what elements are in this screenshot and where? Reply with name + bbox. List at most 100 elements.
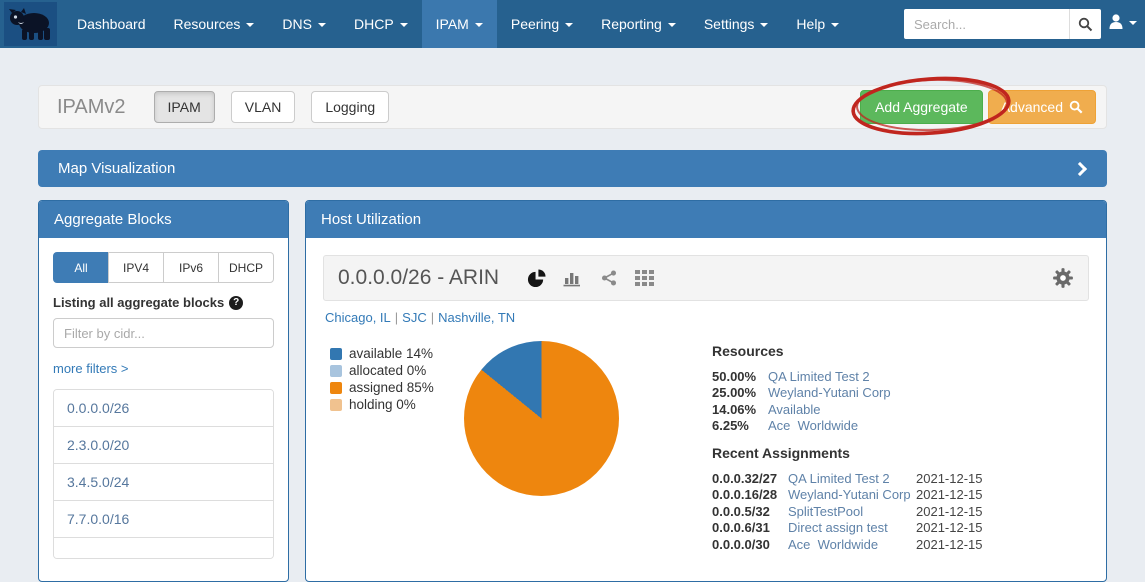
assignment-link[interactable]: Weyland-Yutani Corp bbox=[788, 487, 916, 503]
view-tab-logging[interactable]: Logging bbox=[311, 91, 389, 123]
nav-label: Dashboard bbox=[77, 16, 146, 32]
caret-down-icon bbox=[565, 23, 573, 27]
resource-row: 50.00% QA Limited Test 2 bbox=[712, 369, 1002, 385]
assignment-cidr: 0.0.0.5/32 bbox=[712, 504, 788, 520]
legend-item: available 14% bbox=[330, 345, 434, 362]
list-item[interactable]: 7.7.0.0/16 bbox=[54, 500, 273, 537]
resource-row: 6.25% Ace Worldwide bbox=[712, 418, 1002, 434]
resource-link[interactable]: QA Limited Test 2 bbox=[768, 369, 870, 385]
more-filters-link[interactable]: more filters > bbox=[53, 361, 129, 376]
nav-resources[interactable]: Resources bbox=[160, 0, 269, 48]
tab-all[interactable]: All bbox=[53, 252, 109, 283]
page-title: IPAMv2 bbox=[57, 96, 126, 119]
legend-swatch bbox=[330, 399, 342, 411]
recent-assignments-heading: Recent Assignments bbox=[712, 445, 986, 461]
pie-chart-icon[interactable] bbox=[527, 269, 546, 288]
caret-down-icon bbox=[318, 23, 326, 27]
view-tab-vlan[interactable]: VLAN bbox=[231, 91, 296, 123]
assignment-link[interactable]: Ace Worldwide bbox=[788, 537, 916, 553]
legend-label: assigned 85% bbox=[349, 379, 434, 396]
list-item[interactable]: 3.4.5.0/24 bbox=[54, 463, 273, 500]
nav-dashboard[interactable]: Dashboard bbox=[63, 0, 160, 48]
user-menu[interactable] bbox=[1108, 13, 1137, 30]
nav-label: IPAM bbox=[436, 16, 469, 32]
assignment-row: 0.0.0.6/31 Direct assign test 2021-12-15 bbox=[712, 520, 986, 536]
top-navbar: Dashboard Resources DNS DHCP IPAM Peerin… bbox=[0, 0, 1145, 48]
host-utilization-panel: Host Utilization 0.0.0.0/26 - ARIN bbox=[305, 200, 1107, 582]
nav-settings[interactable]: Settings bbox=[690, 0, 783, 48]
resources-heading: Resources bbox=[712, 343, 1002, 359]
nav-reporting[interactable]: Reporting bbox=[587, 0, 690, 48]
region-link[interactable]: Chicago, IL bbox=[325, 310, 391, 325]
utilization-toolbar: 0.0.0.0/26 - ARIN bbox=[323, 255, 1089, 301]
advanced-label: Advanced bbox=[1001, 99, 1063, 115]
nav-ipam[interactable]: IPAM bbox=[422, 0, 497, 48]
map-visualization-toggle[interactable]: Map Visualization bbox=[38, 150, 1107, 187]
assignment-link[interactable]: QA Limited Test 2 bbox=[788, 471, 916, 487]
caret-down-icon bbox=[668, 23, 676, 27]
list-item[interactable]: 2.3.0.0/20 bbox=[54, 426, 273, 463]
resource-link[interactable]: Weyland-Yutani Corp bbox=[768, 385, 891, 401]
share-icon[interactable] bbox=[600, 269, 618, 287]
resource-pct: 25.00% bbox=[712, 385, 768, 401]
block-title: 0.0.0.0/26 - ARIN bbox=[338, 266, 499, 290]
resource-pct: 6.25% bbox=[712, 418, 768, 434]
assignment-cidr: 0.0.0.6/31 bbox=[712, 520, 788, 536]
assignment-cidr: 0.0.0.16/28 bbox=[712, 487, 788, 503]
advanced-search-button[interactable]: Advanced bbox=[988, 90, 1096, 124]
legend-label: allocated 0% bbox=[349, 362, 426, 379]
resource-pct: 50.00% bbox=[712, 369, 768, 385]
caret-down-icon bbox=[475, 23, 483, 27]
nav-dns[interactable]: DNS bbox=[268, 0, 340, 48]
aggregate-block-list: 0.0.0.0/26 2.3.0.0/20 3.4.5.0/24 7.7.0.0… bbox=[53, 389, 274, 559]
header-actions: Add Aggregate Advanced bbox=[860, 90, 1096, 124]
assignment-row: 0.0.0.32/27 QA Limited Test 2 2021-12-15 bbox=[712, 471, 986, 487]
nav-help[interactable]: Help bbox=[782, 0, 853, 48]
search-button[interactable] bbox=[1069, 9, 1101, 39]
aggregate-blocks-header: Aggregate Blocks bbox=[39, 201, 288, 238]
resource-link[interactable]: Ace Worldwide bbox=[768, 418, 858, 434]
nav-peering[interactable]: Peering bbox=[497, 0, 587, 48]
resources-section: Resources 50.00% QA Limited Test 2 25.00… bbox=[712, 343, 1002, 434]
grid-icon[interactable] bbox=[635, 270, 654, 286]
view-tab-ipam[interactable]: IPAM bbox=[154, 91, 215, 123]
legend-item: allocated 0% bbox=[330, 362, 434, 379]
region-link[interactable]: Nashville, TN bbox=[438, 310, 515, 325]
page-header: IPAMv2 IPAM VLAN Logging Add Aggregate A… bbox=[38, 85, 1107, 129]
bar-chart-icon[interactable] bbox=[563, 270, 583, 287]
aggregate-filter-tabs: All IPV4 IPv6 DHCP bbox=[53, 252, 274, 283]
assignment-date: 2021-12-15 bbox=[916, 471, 986, 487]
resource-row: 14.06% Available bbox=[712, 402, 1002, 418]
caret-down-icon bbox=[246, 23, 254, 27]
legend-label: holding 0% bbox=[349, 396, 416, 413]
region-link[interactable]: SJC bbox=[402, 310, 427, 325]
list-item[interactable] bbox=[54, 537, 273, 558]
caret-down-icon bbox=[831, 23, 839, 27]
search-icon bbox=[1069, 100, 1083, 114]
assignment-date: 2021-12-15 bbox=[916, 487, 986, 503]
assignment-cidr: 0.0.0.32/27 bbox=[712, 471, 788, 487]
brand-logo[interactable] bbox=[4, 2, 57, 46]
tab-ipv6[interactable]: IPv6 bbox=[163, 252, 219, 283]
gear-icon[interactable] bbox=[1052, 267, 1074, 289]
add-aggregate-button[interactable]: Add Aggregate bbox=[860, 90, 983, 124]
tab-ipv4[interactable]: IPV4 bbox=[108, 252, 164, 283]
nav-dhcp[interactable]: DHCP bbox=[340, 0, 422, 48]
host-utilization-header: Host Utilization bbox=[306, 201, 1106, 238]
cidr-filter-input[interactable] bbox=[53, 318, 274, 348]
resource-row: 25.00% Weyland-Yutani Corp bbox=[712, 385, 1002, 401]
search-input[interactable] bbox=[904, 9, 1069, 39]
recent-assignments-section: Recent Assignments 0.0.0.32/27 QA Limite… bbox=[712, 445, 986, 553]
assignment-link[interactable]: Direct assign test bbox=[788, 520, 916, 536]
map-visualization-title: Map Visualization bbox=[58, 160, 175, 177]
help-icon[interactable]: ? bbox=[229, 296, 243, 310]
assignment-row: 0.0.0.0/30 Ace Worldwide 2021-12-15 bbox=[712, 537, 986, 553]
list-item[interactable]: 0.0.0.0/26 bbox=[54, 390, 273, 426]
resource-link[interactable]: Available bbox=[768, 402, 821, 418]
separator: | bbox=[427, 310, 438, 325]
navbar-search bbox=[904, 9, 1101, 39]
nav-label: Peering bbox=[511, 16, 559, 32]
legend-item: assigned 85% bbox=[330, 379, 434, 396]
tab-dhcp[interactable]: DHCP bbox=[218, 252, 274, 283]
assignment-link[interactable]: SplitTestPool bbox=[788, 504, 916, 520]
